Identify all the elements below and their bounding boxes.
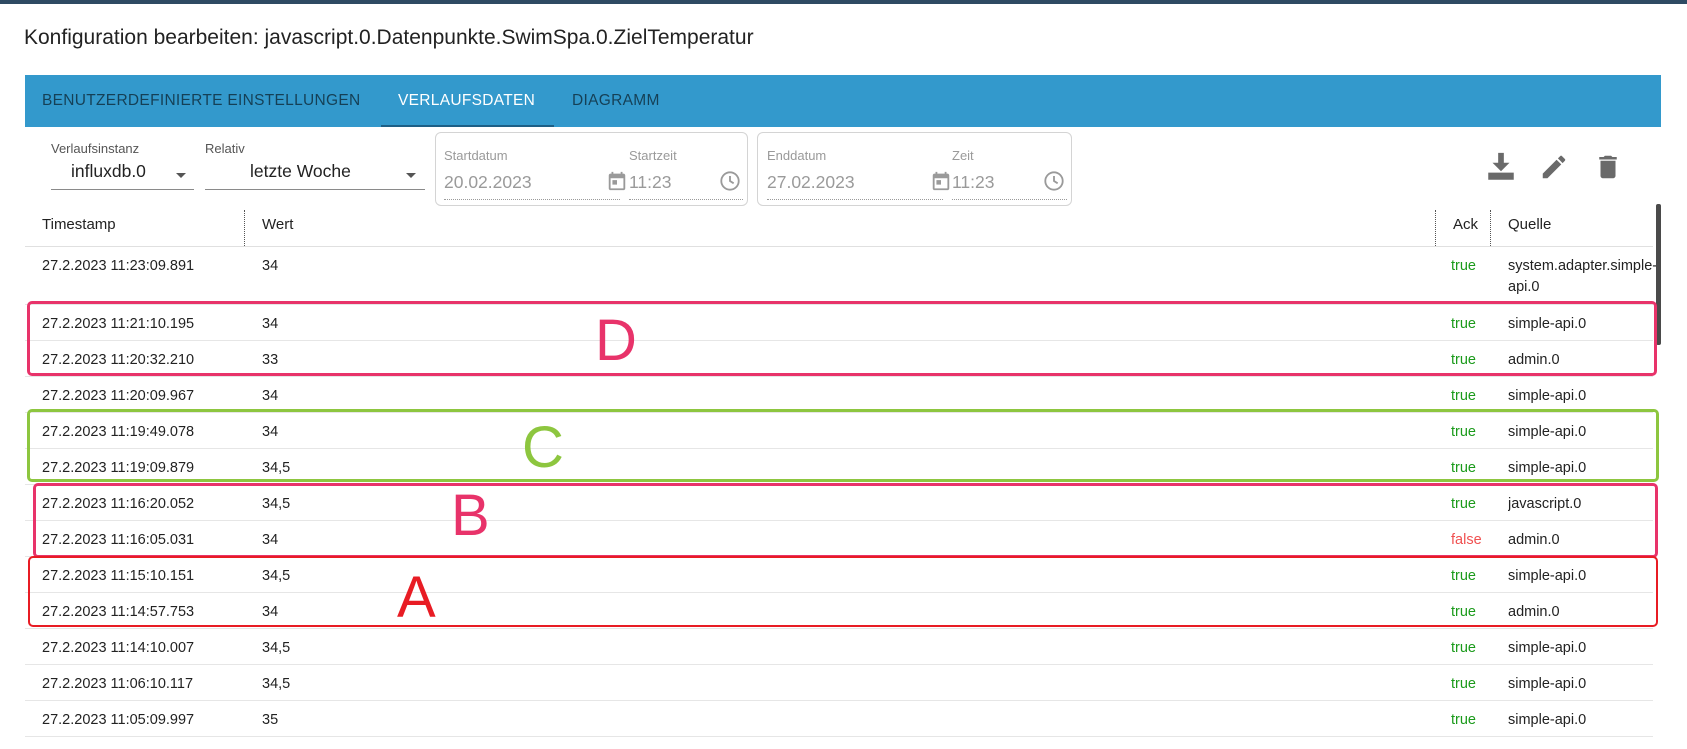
- annotation-box-a: [28, 556, 1658, 627]
- relative-range-select[interactable]: Relativ letzte Woche: [205, 141, 425, 191]
- source-cell: simple-api.0: [1508, 640, 1587, 656]
- end-time-label: Zeit: [952, 148, 974, 163]
- download-icon[interactable]: [1484, 150, 1518, 184]
- tab-chart[interactable]: DIAGRAMM: [572, 75, 660, 127]
- column-resize-handle[interactable]: [1435, 210, 1436, 246]
- value-cell: 34: [262, 388, 279, 404]
- source-cell: simple-api.0: [1508, 388, 1587, 404]
- history-instance-value: influxdb.0: [71, 161, 146, 181]
- source-cell: system.adapter.simple-api.0: [1508, 258, 1658, 295]
- column-header-source[interactable]: Quelle: [1508, 204, 1551, 246]
- table-row[interactable]: 27.2.2023 11:23:09.891 34 true system.adapt…: [25, 247, 1657, 305]
- window-top-strip: [0, 0, 1687, 4]
- timestamp-cell: 27.2.2023 11:06:10.117: [42, 676, 194, 692]
- chevron-down-icon: [406, 173, 416, 178]
- annotation-letter-b: B: [451, 483, 490, 548]
- value-cell: 34,5: [262, 640, 291, 656]
- end-time-value: 11:23: [952, 172, 995, 192]
- timestamp-cell: 27.2.2023 11:20:09.967: [42, 388, 195, 404]
- history-instance-select[interactable]: Verlaufsinstanz influxdb.0: [51, 141, 194, 191]
- calendar-icon[interactable]: [606, 170, 628, 192]
- annotation-letter-d: D: [595, 308, 637, 373]
- annotation-box-b: [33, 483, 1658, 558]
- table-row[interactable]: 27.2.2023 11:05:09.997 35 true simple-api.0: [25, 701, 1653, 737]
- table-row[interactable]: 27.2.2023 11:14:10.007 34,5 true simple-api…: [25, 629, 1653, 665]
- tab-custom-settings[interactable]: BENUTZERDEFINIERTE EINSTELLUNGEN: [42, 75, 361, 127]
- history-instance-label: Verlaufsinstanz: [51, 141, 140, 156]
- clock-icon[interactable]: [719, 170, 741, 192]
- source-cell: simple-api.0: [1508, 676, 1587, 692]
- end-datetime-group: Enddatum 27.02.2023 Zeit 11:23: [757, 132, 1072, 206]
- delete-icon[interactable]: [1593, 152, 1623, 182]
- column-header-value[interactable]: Wert: [262, 204, 293, 246]
- table-row[interactable]: 27.2.2023 11:06:10.117 34,5 true simple-api…: [25, 665, 1653, 701]
- start-date-label: Startdatum: [444, 148, 508, 163]
- table-row[interactable]: 27.2.2023 11:20:09.967 34 true simple-api.0: [25, 377, 1653, 413]
- calendar-icon[interactable]: [930, 170, 952, 192]
- tab-history-data[interactable]: VERLAUFSDATEN: [398, 75, 535, 127]
- annotation-letter-c: C: [522, 415, 564, 480]
- dialog-title: Konfiguration bearbeiten: javascript.0.D…: [24, 26, 754, 49]
- edit-icon[interactable]: [1539, 152, 1569, 182]
- timestamp-cell: 27.2.2023 11:14:10.007: [42, 640, 195, 656]
- ack-cell: true: [1451, 258, 1476, 274]
- ack-cell: true: [1451, 640, 1476, 656]
- end-date-value: 27.02.2023: [767, 172, 855, 192]
- timestamp-cell: 27.2.2023 11:05:09.997: [42, 712, 195, 728]
- column-header-ack[interactable]: Ack: [1453, 204, 1478, 246]
- tab-bar: BENUTZERDEFINIERTE EINSTELLUNGEN VERLAUF…: [25, 75, 1661, 127]
- column-resize-handle[interactable]: [1490, 210, 1491, 246]
- relative-range-value: letzte Woche: [250, 161, 351, 181]
- start-datetime-group: Startdatum 20.02.2023 Startzeit 11:23: [435, 132, 748, 206]
- chevron-down-icon: [176, 173, 186, 178]
- start-time-label: Startzeit: [629, 148, 677, 163]
- column-resize-handle[interactable]: [244, 210, 245, 246]
- clock-icon[interactable]: [1043, 170, 1065, 192]
- column-header-timestamp[interactable]: Timestamp: [42, 204, 116, 246]
- end-date-label: Enddatum: [767, 148, 827, 163]
- source-cell: simple-api.0: [1508, 712, 1587, 728]
- annotation-letter-a: A: [397, 565, 436, 630]
- timestamp-cell: 27.2.2023 11:23:09.891: [42, 258, 195, 274]
- relative-range-label: Relativ: [205, 141, 245, 156]
- ack-cell: true: [1451, 388, 1476, 404]
- annotation-box-d: [27, 301, 1657, 376]
- start-time-value: 11:23: [629, 172, 672, 192]
- value-cell: 34,5: [262, 676, 291, 692]
- start-date-value: 20.02.2023: [444, 172, 532, 192]
- ack-cell: true: [1451, 712, 1476, 728]
- active-tab-indicator: [381, 125, 554, 127]
- value-cell: 34: [262, 258, 279, 274]
- value-cell: 35: [262, 712, 279, 728]
- annotation-box-c: [27, 409, 1659, 482]
- ack-cell: true: [1451, 676, 1476, 692]
- table-header: Timestamp Wert Ack Quelle: [25, 204, 1653, 247]
